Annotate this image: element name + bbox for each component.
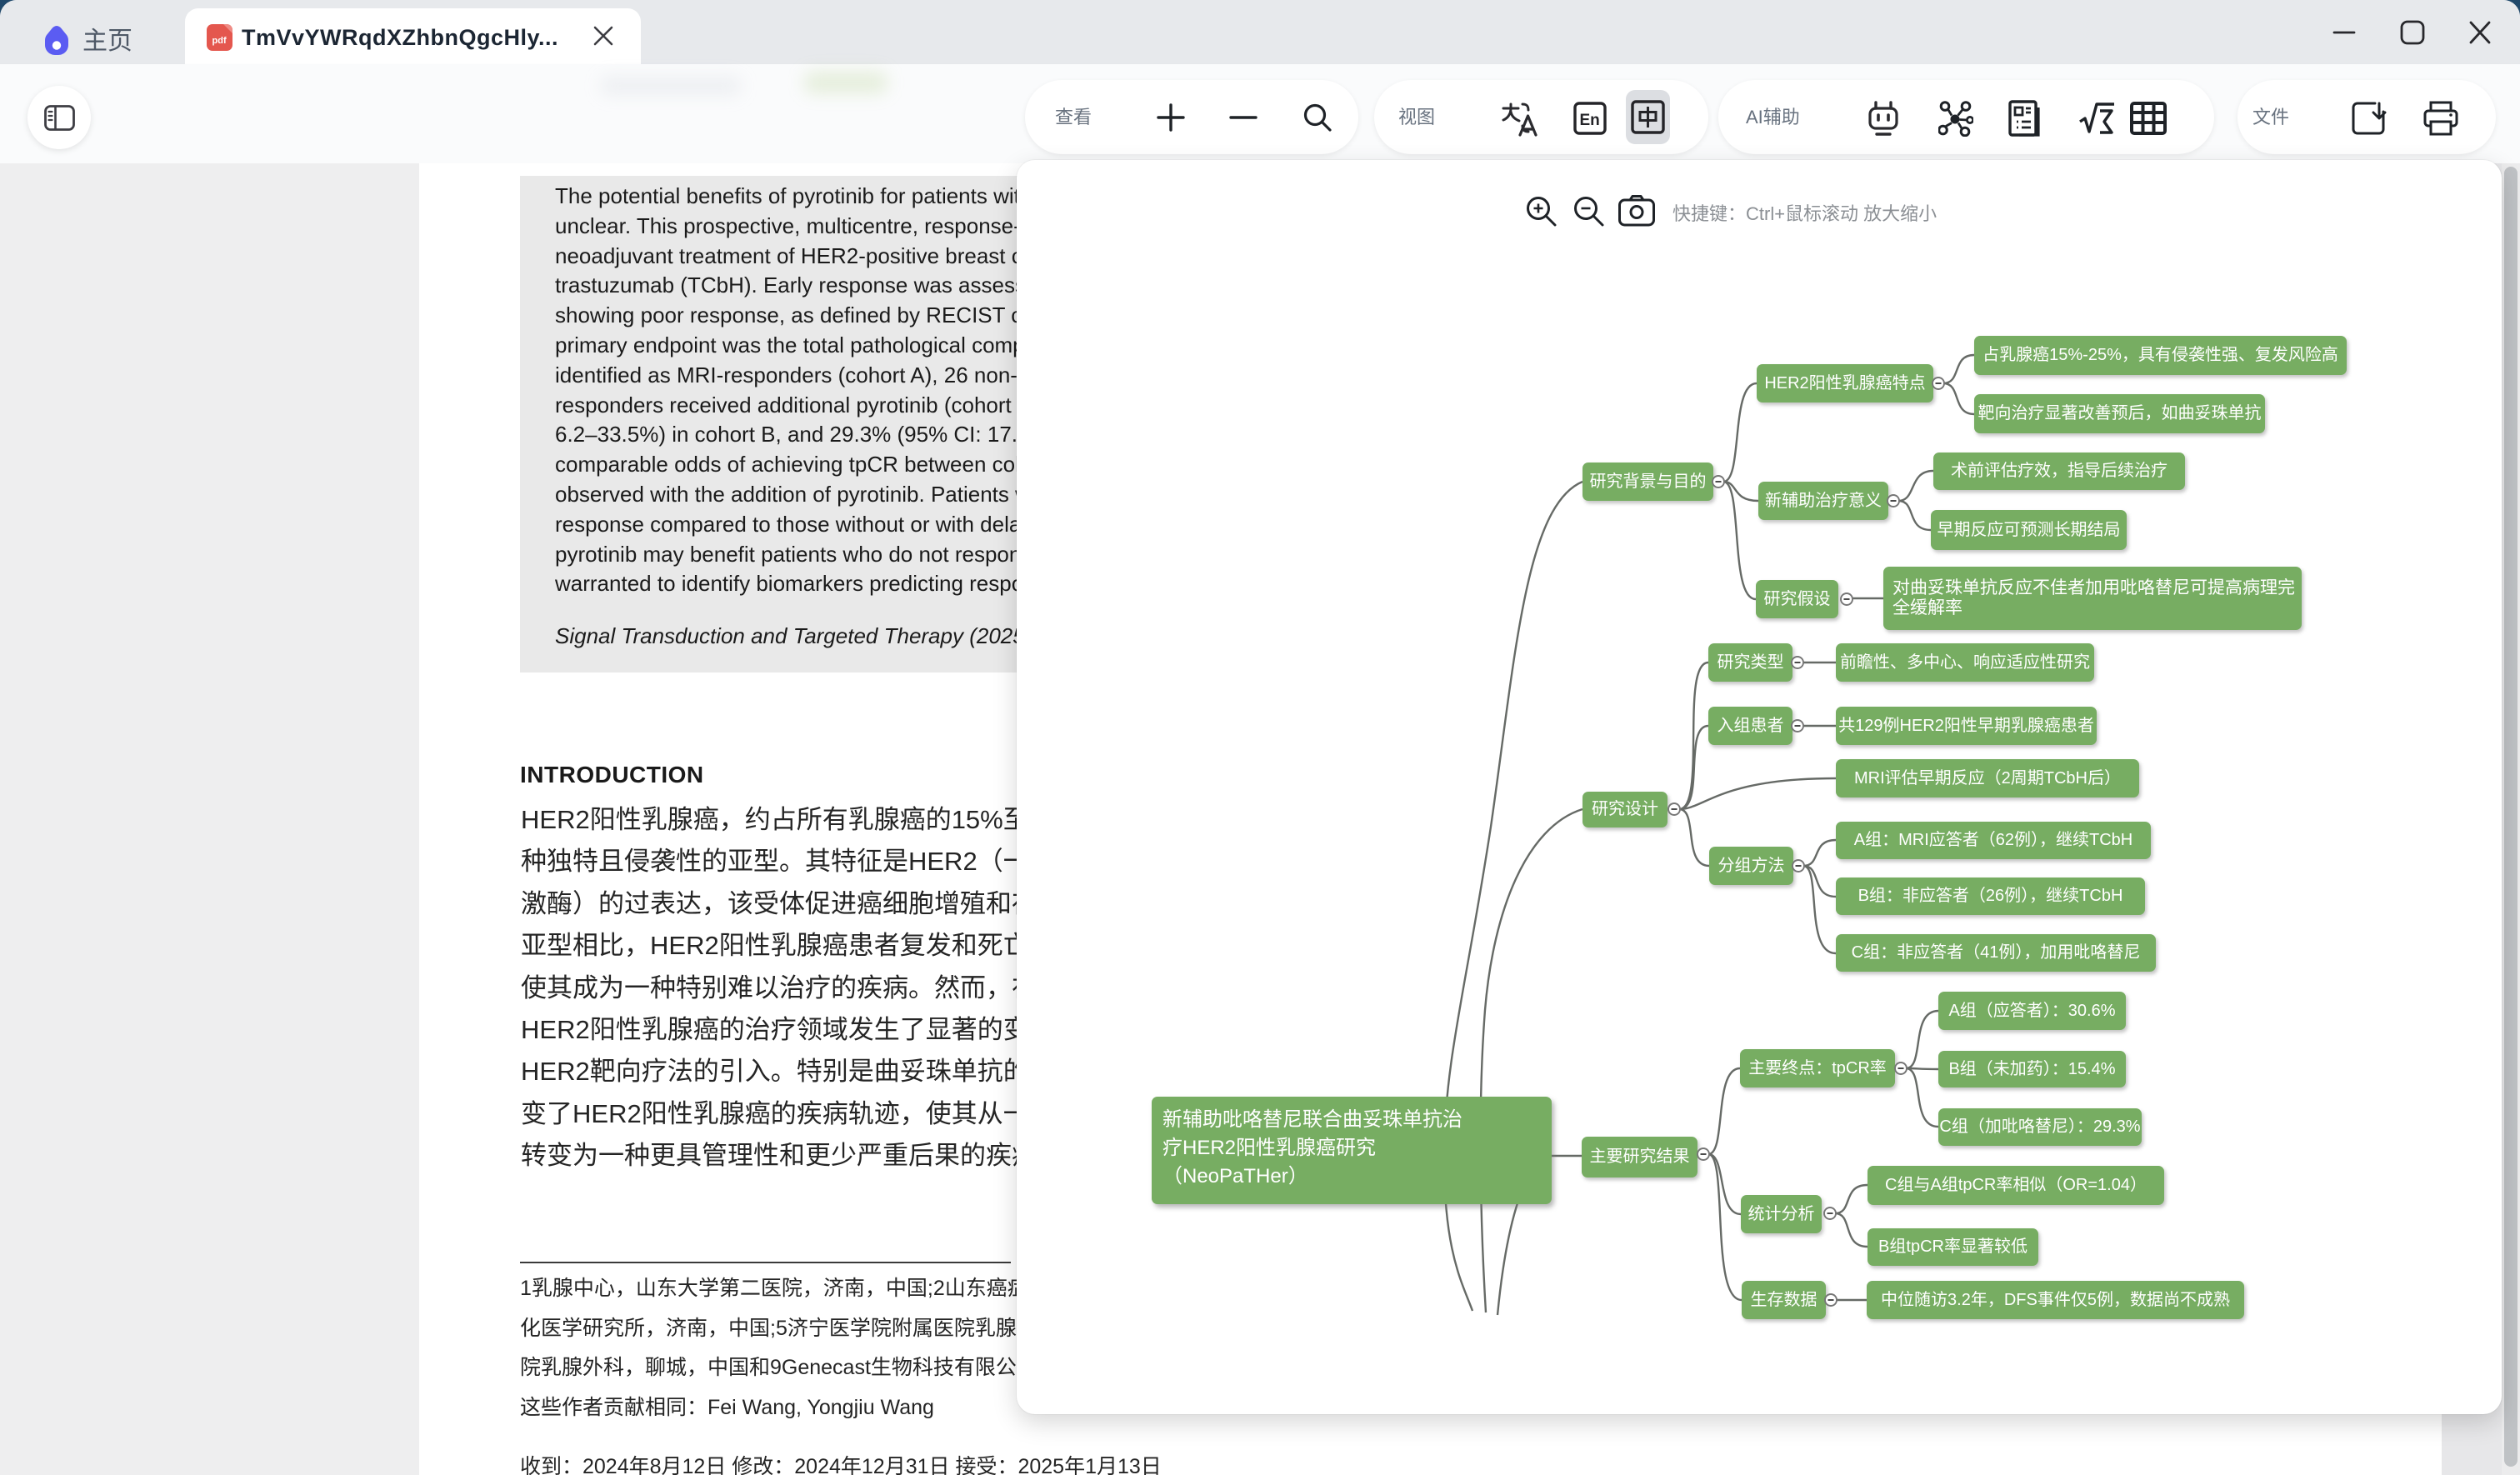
svg-text:pdf: pdf — [212, 36, 227, 46]
svg-text:En: En — [1580, 112, 1600, 129]
